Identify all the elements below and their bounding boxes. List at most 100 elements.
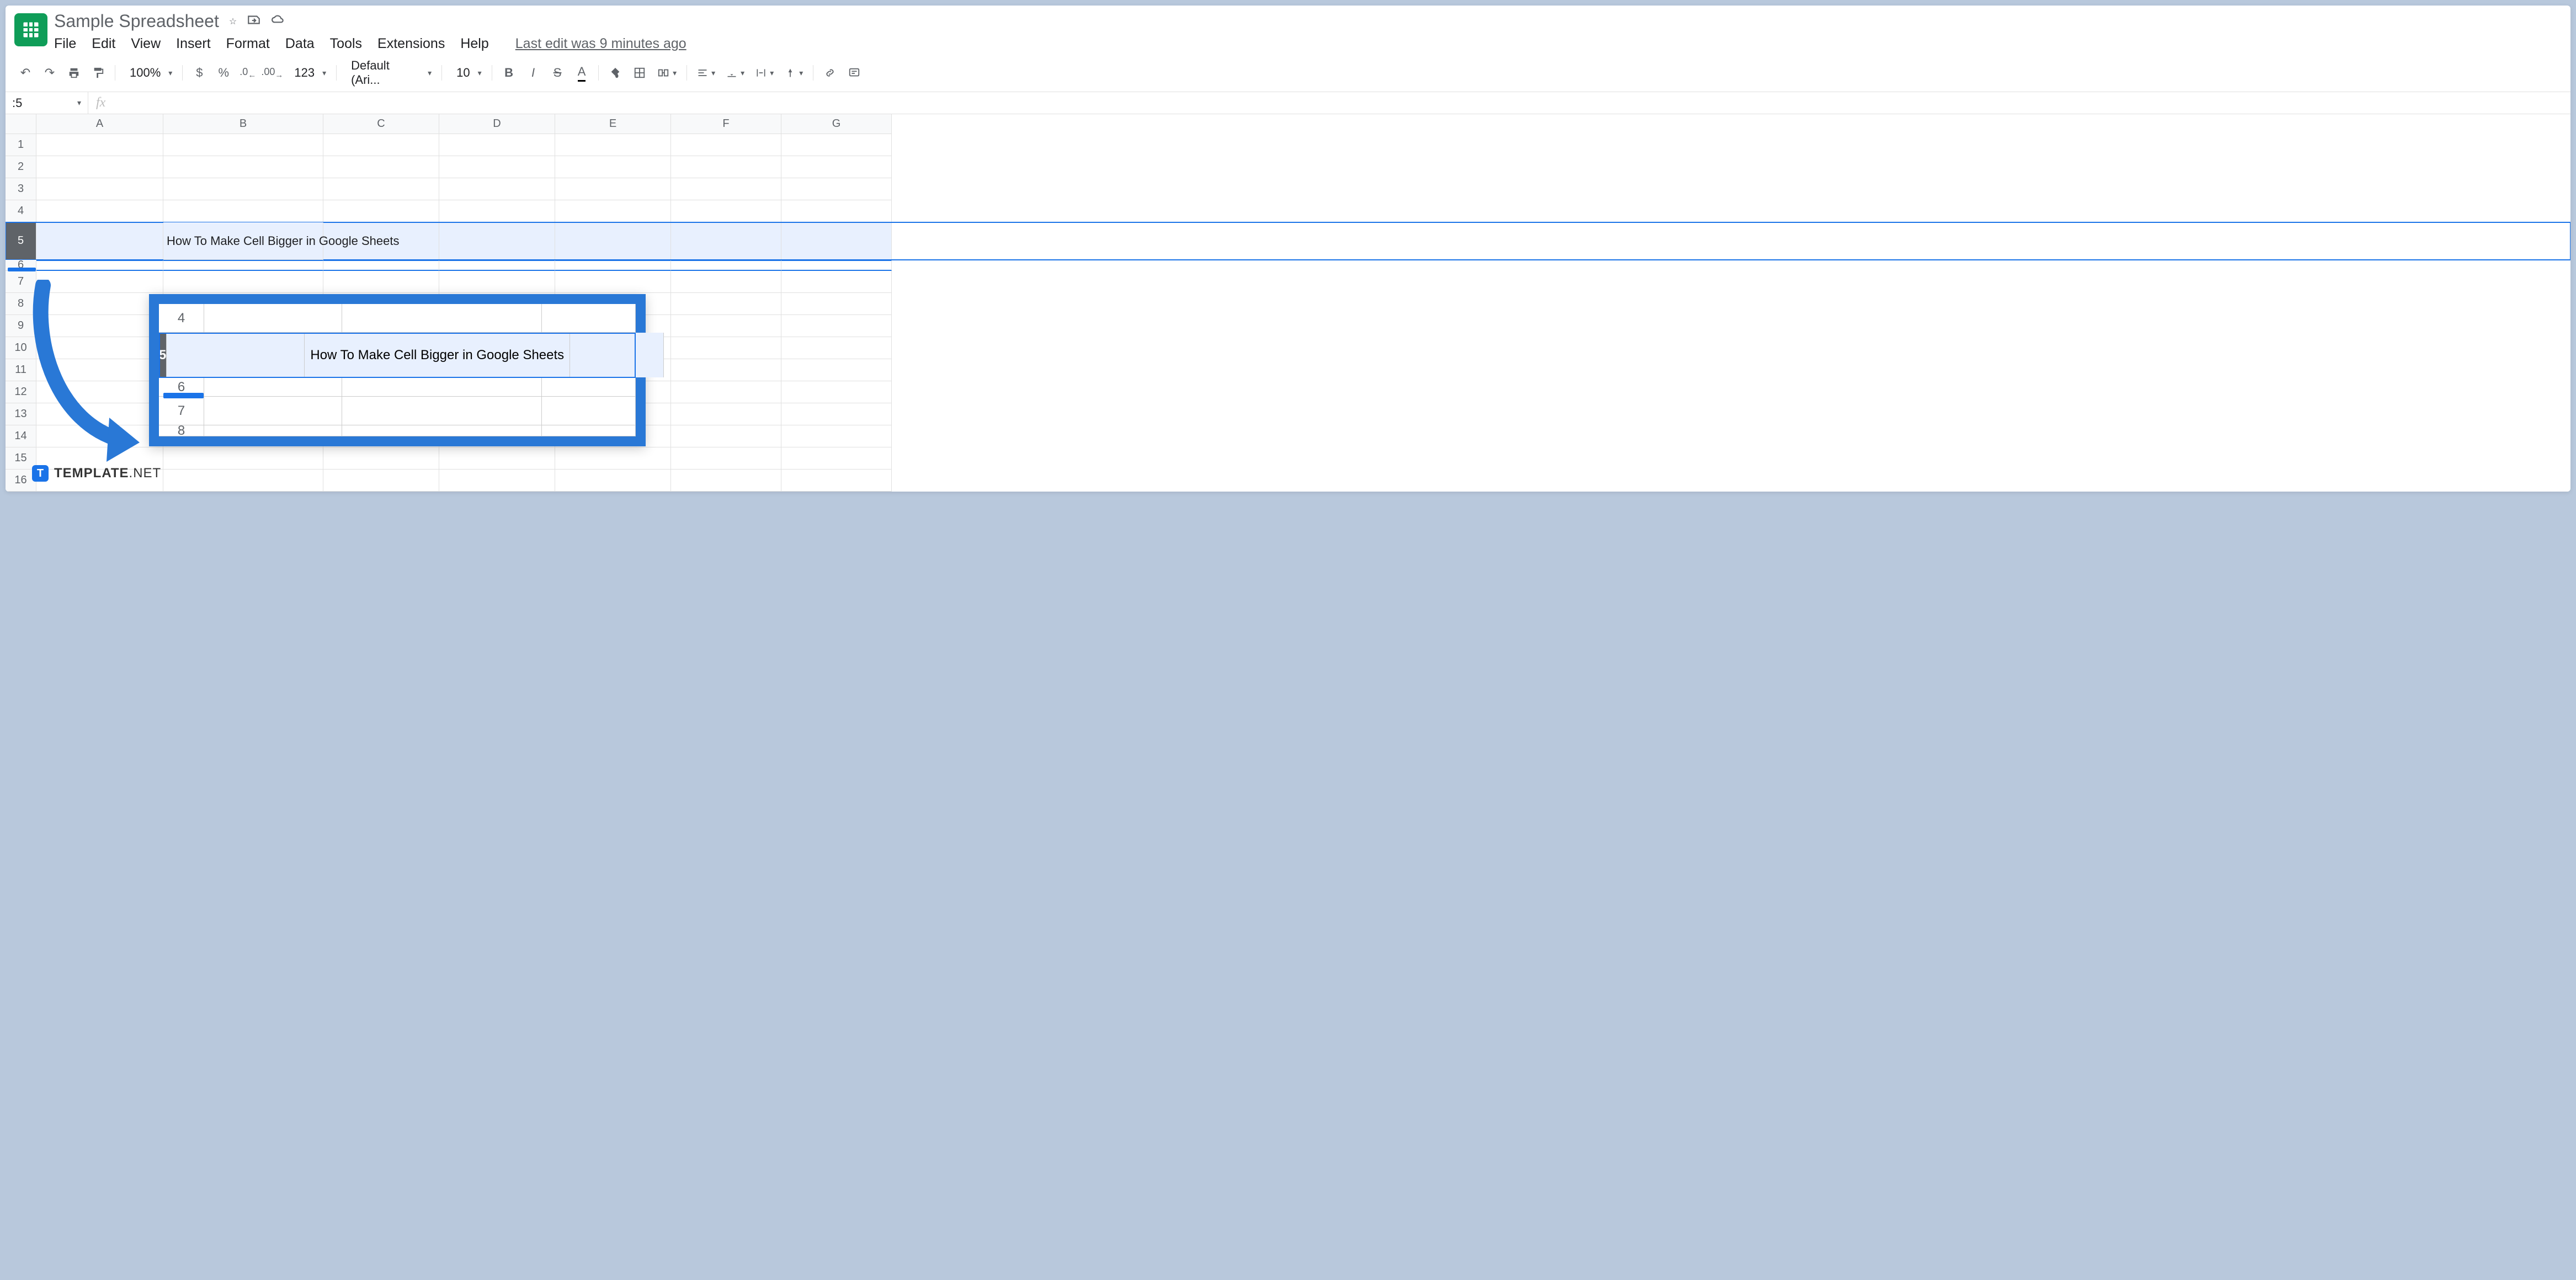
font-select[interactable]: Default (Ari... xyxy=(342,58,436,87)
cell[interactable] xyxy=(36,337,163,359)
overlay-cell[interactable] xyxy=(204,304,342,332)
insert-comment-icon[interactable] xyxy=(843,62,865,84)
menu-help[interactable]: Help xyxy=(460,36,488,52)
cell[interactable] xyxy=(163,178,323,200)
cell[interactable] xyxy=(439,200,555,222)
cell[interactable] xyxy=(671,156,781,178)
col-header-b[interactable]: B xyxy=(163,114,323,134)
cell[interactable] xyxy=(36,381,163,403)
cell[interactable]: How To Make Cell Bigger in Google Sheets xyxy=(163,222,323,260)
overlay-cell-content[interactable]: How To Make Cell Bigger in Google Sheets xyxy=(305,333,570,377)
overlay-row-header[interactable]: 8 xyxy=(159,425,204,436)
overlay-cell[interactable] xyxy=(342,304,542,332)
row-header-8[interactable]: 8 xyxy=(6,293,36,315)
overlay-cell[interactable] xyxy=(542,425,636,436)
cell[interactable] xyxy=(781,359,892,381)
cell[interactable] xyxy=(555,222,671,260)
cell[interactable] xyxy=(555,156,671,178)
cell[interactable] xyxy=(671,470,781,492)
cell[interactable] xyxy=(323,271,439,293)
cell[interactable] xyxy=(439,156,555,178)
overlay-cell[interactable] xyxy=(204,397,342,425)
cell[interactable] xyxy=(439,134,555,156)
overlay-cell[interactable] xyxy=(342,425,542,436)
cell[interactable] xyxy=(671,134,781,156)
col-header-d[interactable]: D xyxy=(439,114,555,134)
cell[interactable] xyxy=(555,447,671,470)
cell[interactable] xyxy=(163,134,323,156)
bold-button[interactable]: B xyxy=(498,62,520,84)
col-header-g[interactable]: G xyxy=(781,114,892,134)
paint-format-icon[interactable] xyxy=(87,62,109,84)
select-all-corner[interactable] xyxy=(6,114,36,134)
cell[interactable] xyxy=(36,425,163,447)
cell[interactable] xyxy=(36,200,163,222)
menu-extensions[interactable]: Extensions xyxy=(377,36,445,52)
menu-view[interactable]: View xyxy=(131,36,161,52)
undo-icon[interactable]: ↶ xyxy=(14,62,36,84)
cell[interactable] xyxy=(781,381,892,403)
cell[interactable] xyxy=(781,447,892,470)
cell[interactable] xyxy=(323,447,439,470)
sheets-logo-icon[interactable] xyxy=(14,13,47,46)
overlay-cell[interactable] xyxy=(204,425,342,436)
cell[interactable] xyxy=(671,315,781,337)
cell[interactable] xyxy=(781,425,892,447)
row-header-7[interactable]: 7 xyxy=(6,271,36,293)
increase-decimal-button[interactable]: .00→ xyxy=(261,62,283,84)
cell[interactable] xyxy=(36,315,163,337)
cell[interactable] xyxy=(36,271,163,293)
cell[interactable] xyxy=(671,222,781,260)
row-header-10[interactable]: 10 xyxy=(6,337,36,359)
cell[interactable] xyxy=(555,178,671,200)
merge-cells-button[interactable] xyxy=(653,67,681,79)
cell[interactable] xyxy=(671,293,781,315)
cell[interactable] xyxy=(781,315,892,337)
cell[interactable] xyxy=(781,200,892,222)
cell[interactable] xyxy=(555,134,671,156)
col-header-c[interactable]: C xyxy=(323,114,439,134)
borders-icon[interactable] xyxy=(629,62,651,84)
cell[interactable] xyxy=(781,156,892,178)
cell[interactable] xyxy=(671,200,781,222)
cell[interactable] xyxy=(439,260,555,271)
cell[interactable] xyxy=(439,447,555,470)
overlay-cell[interactable] xyxy=(542,304,636,332)
cell[interactable] xyxy=(781,271,892,293)
name-box[interactable]: :5 xyxy=(6,92,88,114)
overlay-row-header[interactable]: 6 xyxy=(159,378,204,396)
cell[interactable] xyxy=(671,403,781,425)
overlay-row-header[interactable]: 4 xyxy=(159,304,204,332)
cell[interactable] xyxy=(671,337,781,359)
cell[interactable] xyxy=(36,222,163,260)
cell[interactable] xyxy=(671,178,781,200)
number-format-select[interactable]: 123 xyxy=(285,66,331,80)
formula-input[interactable] xyxy=(113,92,2570,114)
cell[interactable] xyxy=(781,260,892,271)
cell[interactable] xyxy=(323,156,439,178)
cell[interactable] xyxy=(163,260,323,271)
cell[interactable] xyxy=(323,260,439,271)
menu-data[interactable]: Data xyxy=(285,36,315,52)
menu-file[interactable]: File xyxy=(54,36,76,52)
vertical-align-button[interactable] xyxy=(722,67,749,78)
cell[interactable] xyxy=(781,134,892,156)
menu-tools[interactable]: Tools xyxy=(330,36,362,52)
cell[interactable] xyxy=(671,381,781,403)
cell[interactable] xyxy=(439,178,555,200)
cell[interactable] xyxy=(163,447,323,470)
overlay-row-header[interactable]: 7 xyxy=(159,397,204,425)
horizontal-align-button[interactable] xyxy=(693,67,720,78)
cell[interactable] xyxy=(36,359,163,381)
cell[interactable] xyxy=(781,293,892,315)
cell[interactable] xyxy=(36,134,163,156)
cell[interactable] xyxy=(323,178,439,200)
cell[interactable] xyxy=(163,156,323,178)
fill-color-icon[interactable] xyxy=(604,62,626,84)
edit-status[interactable]: Last edit was 9 minutes ago xyxy=(515,36,686,52)
row-header-6[interactable]: 6 xyxy=(6,260,36,271)
row-header-5[interactable]: 5 xyxy=(6,222,36,260)
row-header-1[interactable]: 1 xyxy=(6,134,36,156)
text-color-button[interactable]: A xyxy=(571,62,593,84)
strikethrough-button[interactable]: S xyxy=(546,62,568,84)
